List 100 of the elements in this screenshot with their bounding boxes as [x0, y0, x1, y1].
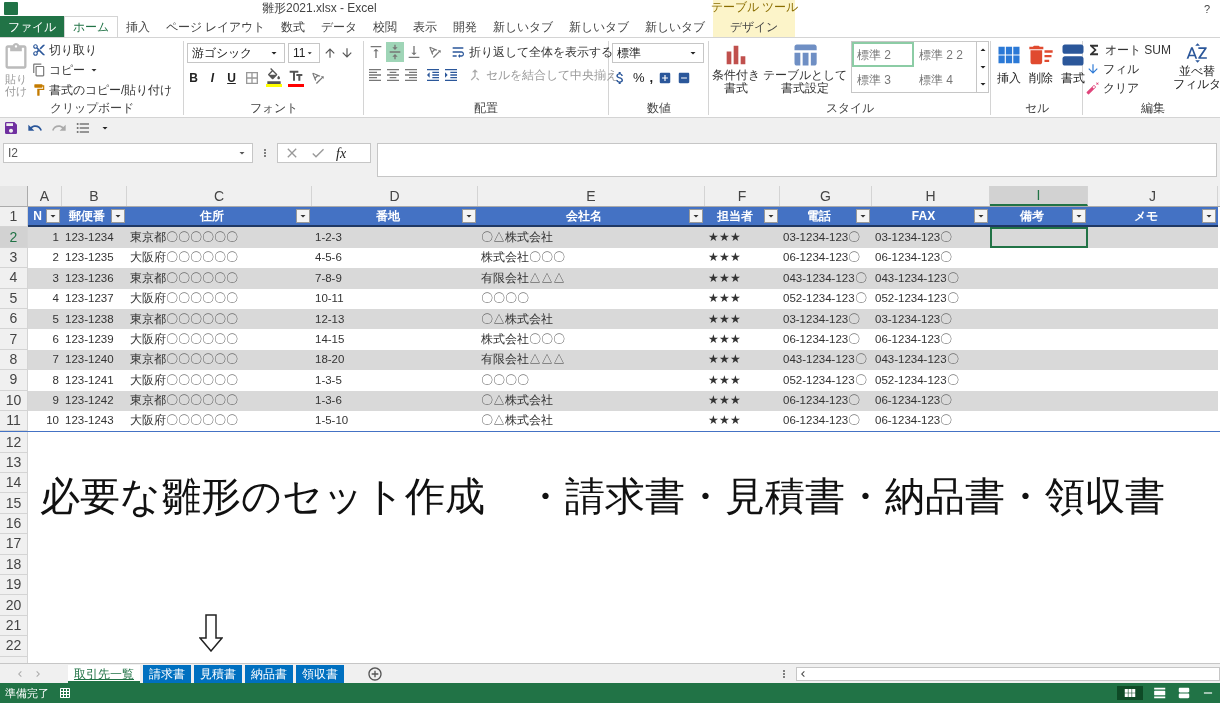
ribbon-tab[interactable]: 表示 [405, 16, 446, 37]
row-header[interactable]: 2 [0, 227, 28, 248]
column-header[interactable]: J [1088, 186, 1218, 206]
filter-button[interactable] [46, 209, 60, 224]
row-header[interactable]: 10 [0, 390, 28, 411]
ribbon-tab[interactable]: 新しいタブ [561, 16, 638, 37]
row-header[interactable]: 18 [0, 554, 28, 576]
ribbon-tab[interactable]: 開発 [445, 16, 486, 37]
row-header[interactable]: 19 [0, 575, 28, 596]
cell-style-item[interactable]: 標準 2 2 [914, 42, 976, 67]
sort-filter-button[interactable]: 並べ替 フィルタ [1173, 41, 1220, 101]
ribbon-tab[interactable]: 挿入 [118, 16, 158, 37]
filter-button[interactable] [1072, 209, 1086, 224]
help-button[interactable]: ? [1203, 1, 1210, 18]
percent-button[interactable]: % [633, 68, 645, 88]
column-header[interactable]: F [705, 186, 780, 206]
ribbon-tab[interactable]: ページ レイアウト [158, 16, 274, 37]
copy-button[interactable]: コピー [32, 61, 173, 79]
filter-button[interactable] [1202, 209, 1216, 224]
filter-button[interactable] [856, 209, 870, 224]
row-header[interactable]: 12 [0, 432, 28, 453]
cut-button[interactable]: 切り取り [32, 41, 173, 59]
row-header[interactable]: 16 [0, 513, 28, 535]
formula-input[interactable] [377, 143, 1217, 177]
horizontal-scrollbar[interactable] [796, 666, 1220, 681]
row-header[interactable]: 15 [0, 493, 28, 514]
column-header[interactable]: C [127, 186, 312, 206]
page-break-button[interactable] [1177, 686, 1191, 700]
sheet-tab[interactable]: 取引先一覧 [68, 664, 140, 683]
increase-decimal-button[interactable] [658, 70, 673, 85]
filter-button[interactable] [764, 209, 778, 224]
sheet-tab[interactable]: 請求書 [143, 664, 191, 683]
filter-button[interactable] [296, 209, 310, 224]
row-header[interactable]: 11 [0, 410, 28, 432]
ribbon-tab[interactable]: ホーム [64, 16, 118, 37]
row-header[interactable]: 7 [0, 329, 28, 350]
column-header[interactable]: I [990, 186, 1088, 206]
row-header[interactable]: 20 [0, 595, 28, 616]
borders-button[interactable] [244, 69, 260, 86]
row-header[interactable]: 3 [0, 247, 28, 269]
font-size-field[interactable]: 11 [288, 43, 320, 63]
column-header[interactable]: A [28, 186, 62, 206]
row-header[interactable]: 17 [0, 534, 28, 555]
row-header[interactable]: 1 [0, 207, 28, 228]
row-header[interactable]: 13 [0, 452, 28, 474]
row-header[interactable]: 8 [0, 349, 28, 371]
shrink-font-button[interactable] [340, 46, 354, 60]
ribbon-tab[interactable]: デザイン [722, 16, 787, 37]
comma-button[interactable]: , [649, 68, 654, 88]
cell-style-item[interactable]: 標準 3 [852, 67, 914, 92]
active-cell[interactable] [990, 227, 1088, 248]
fill-button[interactable]: フィル [1086, 60, 1171, 78]
fill-color-button[interactable] [266, 68, 282, 87]
normal-view-button[interactable] [1117, 686, 1143, 700]
add-sheet-button[interactable] [367, 665, 383, 682]
filter-button[interactable] [974, 209, 988, 224]
format-painter-button[interactable]: 書式のコピー/貼り付け [32, 81, 173, 99]
sheet-tab[interactable]: 領収書 [296, 664, 344, 683]
insert-function-button[interactable]: fx [336, 142, 347, 164]
ribbon-tab[interactable]: 数式 [273, 16, 314, 37]
file-tab[interactable]: ファイル [0, 16, 64, 37]
row-header[interactable]: 5 [0, 288, 28, 309]
format-as-table-button[interactable]: テーブルとして書式設定 [761, 41, 849, 101]
ribbon-tab[interactable]: データ [313, 16, 366, 37]
filter-button[interactable] [689, 209, 703, 224]
insert-button[interactable]: 挿入 [995, 41, 1023, 101]
page-layout-button[interactable] [1153, 686, 1167, 700]
font-color-button[interactable] [288, 68, 304, 87]
clear-button[interactable]: クリア [1086, 79, 1171, 97]
row-header[interactable]: 14 [0, 473, 28, 494]
number-format-field[interactable]: 標準 [612, 43, 704, 63]
underline-button[interactable]: U [225, 68, 238, 87]
font-name-field[interactable]: 游ゴシック [187, 43, 285, 63]
filter-button[interactable] [462, 209, 476, 224]
wrap-text-button[interactable]: 折り返して全体を表示する [450, 43, 613, 61]
sheet-tab[interactable]: 見積書 [194, 664, 242, 683]
format-button[interactable]: 書式 [1059, 41, 1087, 101]
conditional-format-button[interactable]: 条件付き書式 [711, 41, 761, 101]
row-header[interactable]: 22 [0, 636, 28, 657]
column-header[interactable]: G [780, 186, 872, 206]
orientation-button[interactable] [427, 44, 443, 60]
ribbon-tab[interactable]: 校閲 [365, 16, 406, 37]
row-header[interactable]: 6 [0, 308, 28, 330]
autosum-button[interactable]: オート SUM [1086, 41, 1171, 59]
italic-button[interactable]: I [206, 68, 219, 87]
column-header[interactable]: E [478, 186, 705, 206]
row-header[interactable]: 9 [0, 370, 28, 391]
bold-button[interactable]: B [187, 68, 200, 87]
cell-style-item[interactable]: 標準 4 [914, 67, 976, 92]
row-header[interactable]: 21 [0, 615, 28, 637]
sheet-tab[interactable]: 納品書 [245, 664, 293, 683]
ribbon-tab[interactable]: 新しいタブ [637, 16, 714, 37]
column-header[interactable]: B [62, 186, 127, 206]
filter-button[interactable] [111, 209, 125, 224]
decrease-decimal-button[interactable] [677, 70, 692, 85]
delete-button[interactable]: 削除 [1027, 41, 1055, 101]
column-header[interactable]: D [312, 186, 478, 206]
grow-font-button[interactable] [323, 46, 337, 60]
name-box[interactable]: I2 [3, 143, 253, 163]
ribbon-tab[interactable]: 新しいタブ [485, 16, 562, 37]
